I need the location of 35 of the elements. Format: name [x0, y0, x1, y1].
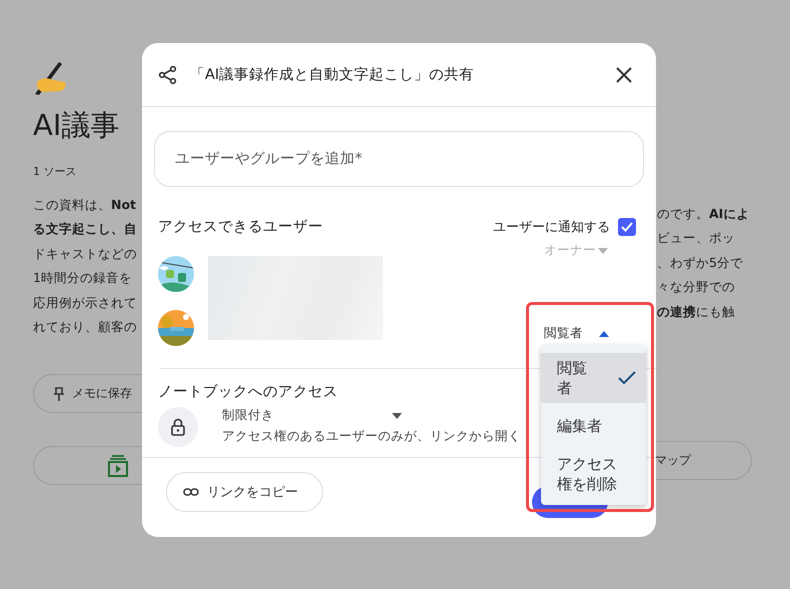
- lock-icon: [158, 407, 198, 447]
- caret-icon: [392, 412, 402, 418]
- caret-icon: [598, 248, 608, 254]
- share-icon: [158, 64, 178, 84]
- add-people-field[interactable]: ユーザーやグループを追加*: [154, 131, 644, 187]
- summary-text: ドキャストなどの: [33, 244, 138, 263]
- notebook-title: AI議事: [33, 107, 120, 144]
- summary-text: 1時間分の録音を: [33, 269, 133, 288]
- summary-text: る文字起こし、自: [33, 220, 138, 238]
- copy-link-button[interactable]: リンクをコピー: [166, 472, 323, 512]
- source-count: 1 ソース: [33, 164, 78, 179]
- pin-icon: [54, 386, 64, 401]
- close-icon[interactable]: [616, 66, 632, 82]
- caret-icon: [599, 330, 609, 336]
- summary-text: のです。AIによ: [657, 205, 750, 223]
- notify-checkbox[interactable]: [618, 218, 636, 236]
- role-label: オーナー: [544, 242, 644, 259]
- section-heading: ノートブックへのアクセス: [158, 383, 338, 401]
- access-mode-picker[interactable]: 制限付き: [222, 407, 521, 424]
- summary-text: 、わずか5分で: [657, 254, 744, 272]
- role-menu-item[interactable]: 閲覧者: [541, 353, 646, 403]
- access-description: アクセス権のあるユーザーのみが、リンクから開く: [222, 428, 521, 445]
- check-icon: [618, 371, 636, 385]
- section-heading: アクセスできるユーザー: [158, 218, 323, 236]
- summary-text: の連携にも触: [657, 302, 736, 321]
- link-icon: [183, 488, 199, 496]
- summary-text: 々な分野での: [657, 278, 736, 296]
- summary-text: 応用例が示されて: [33, 294, 138, 312]
- notify-label: ユーザーに通知する: [493, 218, 610, 236]
- role-picker[interactable]: 閲覧者: [544, 325, 644, 342]
- video-icon: [108, 454, 128, 477]
- summary-text: ビュー、ポッ: [657, 229, 736, 248]
- summary-text: この資料は、Not: [33, 196, 138, 214]
- dialog-title: 「AI議事録作成と自動文字起こし」の共有: [190, 66, 476, 84]
- summary-text: れており、顧客の: [33, 318, 138, 336]
